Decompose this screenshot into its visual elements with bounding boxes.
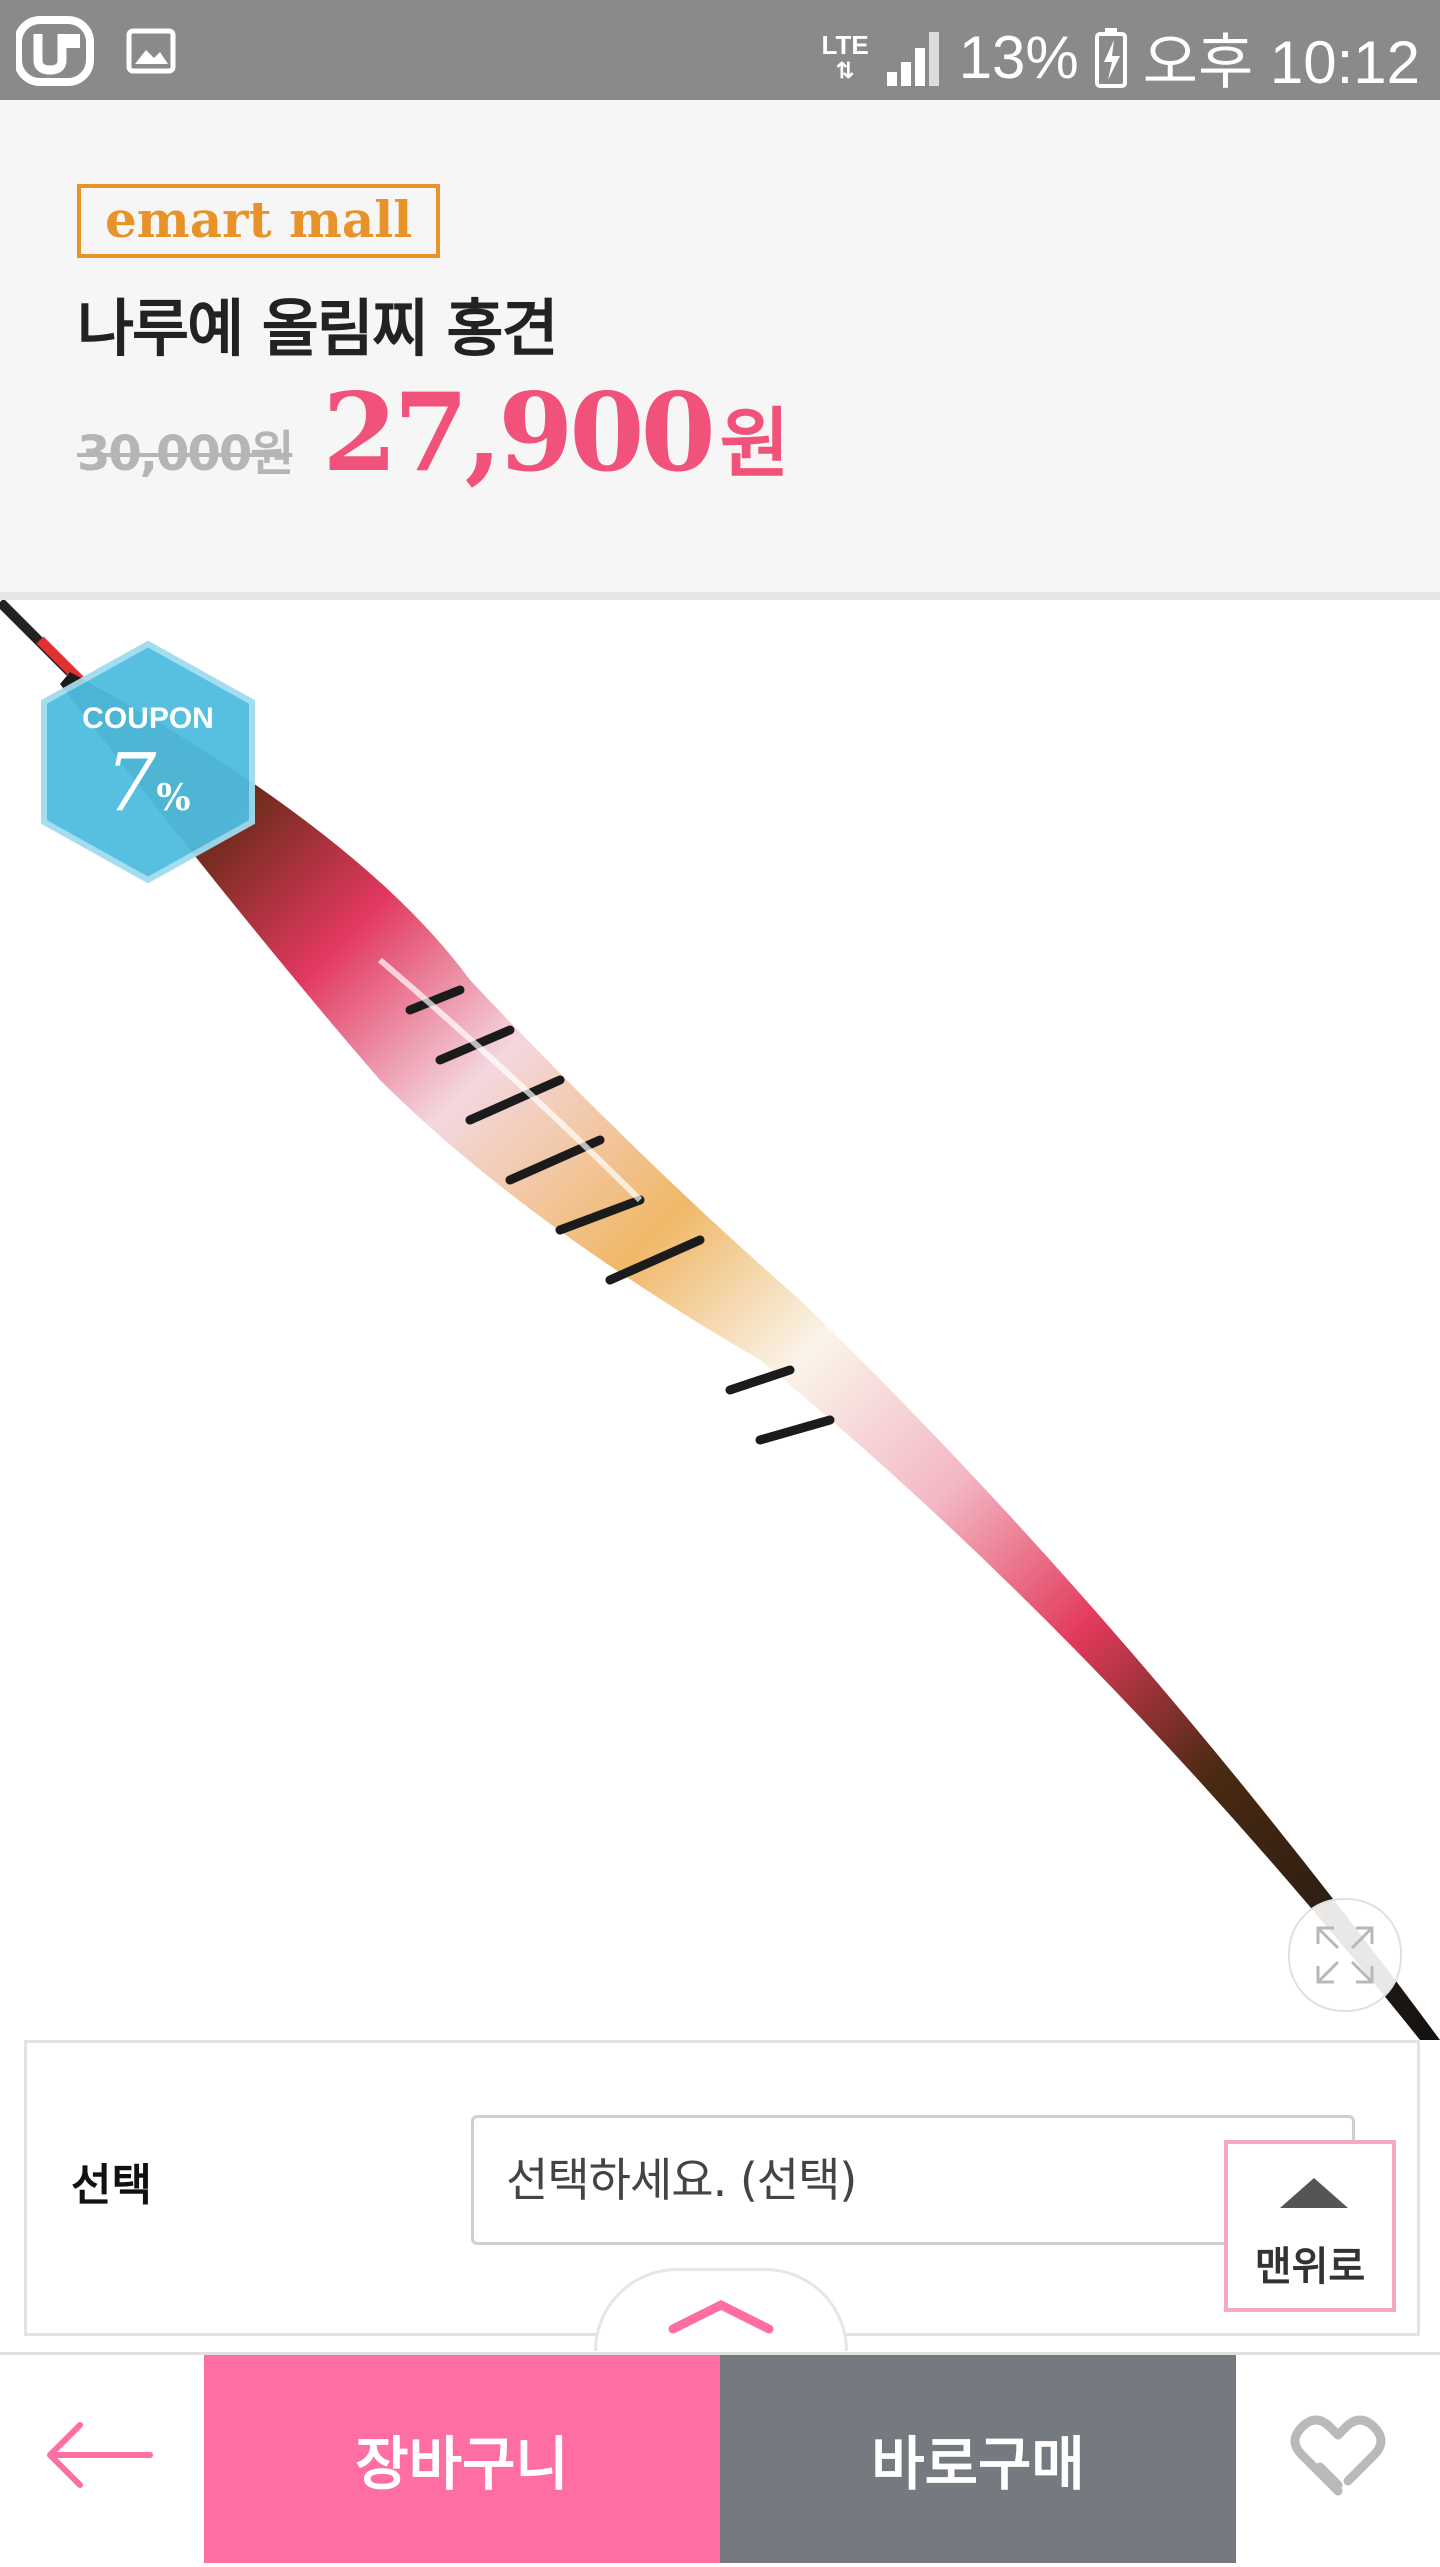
arrow-up-icon [1280, 2178, 1348, 2208]
heart-icon [1290, 2415, 1386, 2496]
back-button[interactable] [0, 2355, 204, 2563]
signal-strength-icon [886, 31, 939, 86]
sale-price-unit: 원 [719, 399, 790, 488]
battery-percentage: 13% [958, 24, 1079, 91]
drawer-toggle-handle[interactable] [594, 2268, 848, 2351]
store-badge[interactable]: emart mall [77, 184, 441, 258]
scroll-top-button[interactable]: 맨위로 [1224, 2140, 1396, 2312]
add-to-cart-button[interactable]: 장바구니 [204, 2355, 720, 2563]
original-price: 30,000원 [77, 426, 294, 482]
bottom-action-bar: 장바구니 바로구매 [0, 2352, 1440, 2563]
clock: 오후 10:12 [1142, 29, 1420, 96]
product-image[interactable]: COUPON 7% [0, 600, 1440, 2040]
expand-icon [1316, 1926, 1374, 1984]
sale-price: 27,900 [322, 370, 715, 496]
scroll-top-label: 맨위로 [1254, 2244, 1366, 2290]
coupon-label: COUPON [82, 702, 214, 735]
option-label: 선택 [71, 2160, 152, 2211]
network-type-indicator: LTE ⇅ [821, 29, 869, 83]
buy-now-button[interactable]: 바로구매 [720, 2355, 1236, 2563]
coupon-badge[interactable]: COUPON 7% [38, 640, 258, 884]
chevron-up-icon [668, 2299, 774, 2334]
coupon-value: 7% [105, 736, 191, 829]
battery-charging-icon [1094, 27, 1127, 88]
expand-image-button[interactable] [1288, 1898, 1402, 2012]
price-row: 30,000원 27,900 원 [77, 370, 790, 496]
status-bar: LTE ⇅ 13% 오후 10:12 [0, 0, 1440, 100]
gallery-notification-icon [126, 28, 176, 74]
product-title: 나루예 올림찌 홍견 [77, 292, 558, 365]
arrow-left-icon [47, 2422, 153, 2488]
product-header: emart mall 나루예 올림찌 홍견 30,000원 27,900 원 [0, 100, 1440, 600]
carrier-logo-icon [16, 16, 94, 86]
wishlist-button[interactable] [1236, 2355, 1440, 2563]
option-select[interactable]: 선택하세요. (선택) [471, 2115, 1355, 2245]
